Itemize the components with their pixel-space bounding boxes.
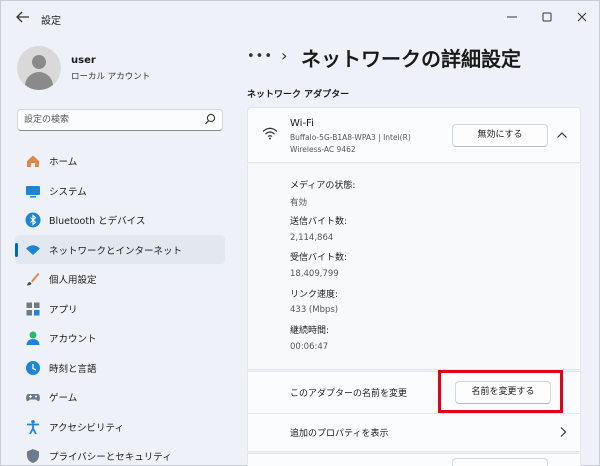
breadcrumb-separator: ›: [281, 46, 288, 65]
sidebar-item-apps[interactable]: アプリ: [15, 294, 225, 324]
sidebar-item-privacy[interactable]: プライバシーとセキュリティ: [15, 441, 225, 466]
accessibility-icon: [27, 419, 39, 434]
detail-value: 2,114,864: [290, 233, 334, 243]
sidebar-item-label: ネットワークとインターネット: [49, 245, 183, 257]
sidebar-item-gaming[interactable]: ゲーム: [15, 382, 225, 412]
sidebar-item-label: Bluetooth とデバイス: [49, 216, 146, 227]
sidebar-item-label: ゲーム: [49, 393, 78, 404]
detail-label: 継続時間:: [290, 326, 330, 336]
avatar: [17, 46, 61, 90]
adapter-details: メディアの状態: 有効 送信バイト数: 2,114,864 受信バイト数: 18…: [247, 164, 581, 370]
adapter-description: Buffalo-5G-B1A8-WPA3 | Intel(R): [290, 133, 411, 142]
sidebar-nav: ホーム システム Bluetooth とデバイス ネットワークとインターネット: [15, 146, 225, 466]
maximize-button[interactable]: [532, 7, 562, 29]
breadcrumb-overflow-button[interactable]: •••: [247, 49, 273, 64]
user-profile[interactable]: user ローカル アカウント: [17, 46, 227, 96]
adapter-name: Wi-Fi: [290, 118, 314, 129]
detail-label: 受信バイト数:: [290, 253, 348, 263]
sidebar-item-system[interactable]: システム: [15, 176, 225, 206]
back-button[interactable]: [13, 10, 33, 28]
title-bar: 設定: [1, 1, 600, 37]
sidebar-item-label: 個人用設定: [49, 275, 97, 286]
detail-value: 00:06:47: [290, 342, 329, 352]
close-button[interactable]: [567, 7, 597, 29]
adapter-card[interactable]: Wi-Fi Buffalo-5G-B1A8-WPA3 | Intel(R) Wi…: [247, 107, 581, 163]
account-type: ローカル アカウント: [71, 72, 151, 82]
wifi-icon: [262, 127, 278, 140]
partial-button[interactable]: [452, 458, 548, 466]
disable-adapter-button[interactable]: 無効にする: [452, 124, 548, 147]
minimize-button[interactable]: [497, 7, 527, 29]
sidebar-item-personalization[interactable]: 個人用設定: [15, 264, 225, 294]
detail-label: 送信バイト数:: [290, 217, 348, 227]
sidebar-item-label: プライバシーとセキュリティ: [49, 452, 172, 463]
search-box[interactable]: [17, 109, 223, 131]
detail-label: リンク速度:: [290, 290, 339, 300]
bluetooth-icon: [25, 212, 41, 228]
next-adapter-card[interactable]: [247, 453, 581, 466]
active-indicator: [15, 242, 18, 257]
time-language-icon: [26, 360, 40, 375]
section-title: ネットワーク アダプター: [247, 90, 350, 100]
minimize-icon: [507, 16, 517, 18]
settings-window: 設定 user ローカル アカウント ホーム: [0, 0, 600, 466]
account-icon: [26, 331, 40, 345]
privacy-icon: [27, 449, 39, 463]
sidebar-item-label: アクセシビリティ: [49, 422, 124, 434]
home-icon: [27, 155, 39, 167]
sidebar-item-label: 時刻と言語: [49, 363, 97, 375]
back-arrow-icon: [16, 11, 29, 23]
close-icon: [577, 12, 587, 22]
window-title: 設定: [41, 16, 61, 27]
properties-label: 追加のプロパティを表示: [290, 429, 389, 439]
apps-icon: [26, 302, 40, 315]
sidebar-item-bluetooth[interactable]: Bluetooth とデバイス: [15, 205, 225, 235]
adapter-description: Wireless-AC 9462: [290, 145, 356, 154]
personalize-icon: [27, 273, 40, 286]
chevron-up-icon[interactable]: [556, 130, 568, 140]
detail-value: 433 (Mbps): [290, 305, 339, 315]
chevron-right-icon: [560, 427, 567, 437]
user-name: user: [71, 55, 96, 66]
sidebar-item-label: アカウント: [49, 334, 97, 345]
page-title: ネットワークの詳細設定: [301, 47, 521, 71]
network-icon: [26, 244, 40, 255]
detail-value: 18,409,799: [290, 269, 339, 279]
detail-label: メディアの状態:: [290, 181, 356, 191]
highlight-box: [438, 370, 563, 413]
gaming-icon: [26, 394, 40, 402]
sidebar-item-label: ホーム: [49, 157, 78, 168]
sidebar-item-network[interactable]: ネットワークとインターネット: [15, 234, 225, 264]
sidebar-item-accessibility[interactable]: アクセシビリティ: [15, 412, 225, 442]
sidebar-item-accounts[interactable]: アカウント: [15, 323, 225, 353]
system-icon: [26, 185, 40, 197]
sidebar-item-home[interactable]: ホーム: [15, 146, 225, 176]
detail-value: 有効: [290, 198, 308, 208]
search-input[interactable]: [24, 113, 194, 127]
sidebar-item-time-language[interactable]: 時刻と言語: [15, 353, 225, 383]
maximize-icon: [542, 12, 552, 22]
search-icon[interactable]: [204, 113, 216, 127]
sidebar-item-label: システム: [49, 186, 87, 198]
sidebar-item-label: アプリ: [49, 304, 78, 316]
view-properties-row[interactable]: 追加のプロパティを表示: [247, 414, 581, 452]
rename-label: このアダプターの名前を変更: [290, 389, 408, 399]
